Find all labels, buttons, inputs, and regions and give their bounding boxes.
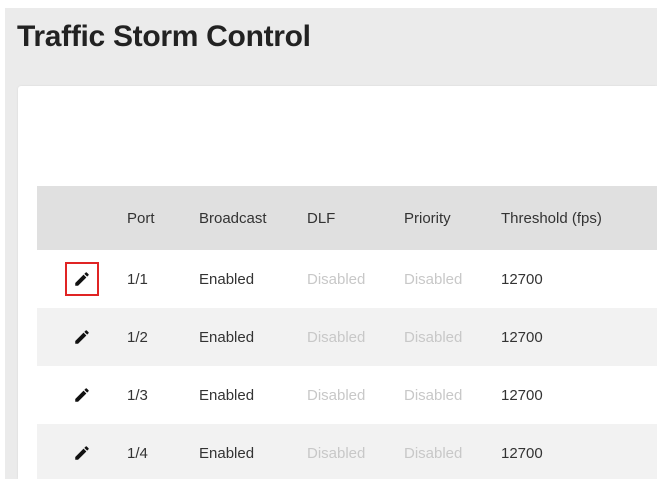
column-header-broadcast[interactable]: Broadcast — [199, 186, 267, 250]
broadcast-cell: Enabled — [199, 444, 255, 462]
table-row: 1/3 Enabled Disabled Disabled 12700 — [37, 366, 657, 424]
pencil-icon — [75, 446, 89, 460]
table-row: 1/4 Enabled Disabled Disabled 12700 — [37, 424, 657, 479]
dlf-cell: Disabled — [307, 328, 366, 346]
priority-cell: Disabled — [404, 386, 463, 404]
pencil-icon — [75, 330, 89, 344]
edit-cell — [62, 424, 102, 479]
storm-control-table: Port Broadcast DLF Priority Threshold (f… — [37, 186, 657, 479]
column-header-priority[interactable]: Priority — [404, 186, 451, 250]
priority-cell: Disabled — [404, 328, 463, 346]
dlf-cell: Disabled — [307, 270, 366, 288]
column-header-port[interactable]: Port — [127, 186, 155, 250]
table-header-row: Port Broadcast DLF Priority Threshold (f… — [37, 186, 657, 250]
threshold-cell: 12700 — [501, 270, 543, 288]
threshold-cell: 12700 — [501, 328, 543, 346]
broadcast-cell: Enabled — [199, 328, 255, 346]
pencil-icon — [75, 272, 89, 286]
edit-cell — [62, 366, 102, 424]
edit-cell — [62, 308, 102, 366]
table-row: 1/2 Enabled Disabled Disabled 12700 — [37, 308, 657, 366]
port-cell: 1/1 — [127, 270, 148, 288]
dlf-cell: Disabled — [307, 444, 366, 462]
edit-button[interactable] — [65, 378, 99, 412]
edit-cell — [62, 250, 102, 308]
pencil-icon — [75, 388, 89, 402]
edit-button[interactable] — [65, 320, 99, 354]
threshold-cell: 12700 — [501, 386, 543, 404]
column-header-threshold[interactable]: Threshold (fps) — [501, 186, 602, 250]
table-row: 1/1 Enabled Disabled Disabled 12700 — [37, 250, 657, 308]
edit-button[interactable] — [65, 262, 99, 296]
column-header-dlf[interactable]: DLF — [307, 186, 335, 250]
page-title: Traffic Storm Control — [17, 20, 311, 53]
port-cell: 1/4 — [127, 444, 148, 462]
port-cell: 1/2 — [127, 328, 148, 346]
port-cell: 1/3 — [127, 386, 148, 404]
priority-cell: Disabled — [404, 270, 463, 288]
threshold-cell: 12700 — [501, 444, 543, 462]
dlf-cell: Disabled — [307, 386, 366, 404]
priority-cell: Disabled — [404, 444, 463, 462]
page: Traffic Storm Control Port Broadcast DLF… — [0, 0, 657, 479]
edit-button[interactable] — [65, 436, 99, 470]
broadcast-cell: Enabled — [199, 270, 255, 288]
broadcast-cell: Enabled — [199, 386, 255, 404]
